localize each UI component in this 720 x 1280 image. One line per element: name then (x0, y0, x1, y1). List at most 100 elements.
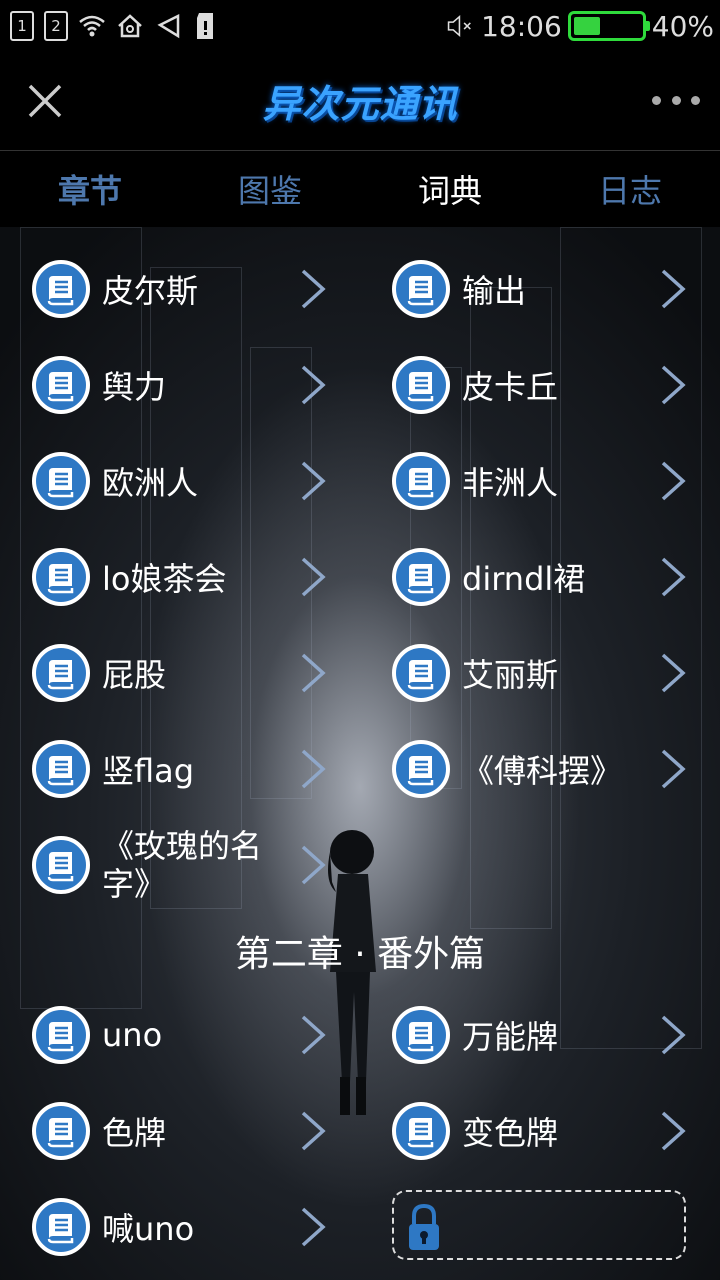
battery-percent: 40% (651, 9, 714, 43)
dictionary-entry[interactable]: 欧洲人 (32, 441, 332, 521)
book-icon (32, 452, 90, 510)
chevron-right-icon (298, 843, 328, 887)
home-icon (116, 12, 144, 40)
entry-label: 皮卡丘 (462, 368, 559, 406)
chevron-right-icon (658, 363, 688, 407)
book-icon (392, 548, 450, 606)
lock-icon (409, 1203, 439, 1250)
dictionary-entry[interactable]: 输出 (392, 249, 692, 329)
dictionary-entry[interactable]: 非洲人 (392, 441, 692, 521)
close-icon (28, 84, 62, 118)
chevron-right-icon (658, 1013, 688, 1057)
book-icon (32, 356, 90, 414)
entry-label: 万能牌 (462, 1018, 559, 1056)
dictionary-entry[interactable]: lo娘茶会 (32, 537, 332, 617)
chevron-right-icon (298, 363, 328, 407)
chevron-right-icon (658, 651, 688, 695)
chevron-right-icon (298, 555, 328, 599)
entry-label: 《傅科摆》 (462, 752, 623, 790)
book-icon (32, 836, 90, 894)
entry-label: 欧洲人 (102, 464, 199, 502)
chevron-right-icon (658, 1109, 688, 1153)
dictionary-entry[interactable]: 皮卡丘 (392, 345, 692, 425)
logo-text: 异次元通讯 (262, 81, 458, 126)
book-icon (32, 740, 90, 798)
dictionary-entry[interactable]: 《玫瑰的名字》 (32, 825, 332, 905)
chevron-right-icon (298, 267, 328, 311)
section-title: 第二章 · 番外篇 (234, 934, 486, 975)
tab-bar: 章节 图鉴 词典 日志 (0, 151, 720, 227)
entry-label: uno (102, 1016, 163, 1054)
tab-dictionary[interactable]: 词典 (360, 151, 540, 227)
book-icon (32, 644, 90, 702)
status-bar: 1 2 18:06 40% (0, 0, 720, 52)
chevron-right-icon (658, 267, 688, 311)
chevron-right-icon (298, 1013, 328, 1057)
entry-label: 舆力 (102, 368, 167, 406)
chevron-right-icon (658, 747, 688, 791)
book-icon (392, 740, 450, 798)
chevron-right-icon (298, 747, 328, 791)
book-icon (392, 1006, 450, 1064)
entry-label: 《玫瑰的名字》 (102, 827, 263, 903)
dictionary-entry[interactable]: 喊uno (32, 1187, 332, 1267)
entry-label: 输出 (462, 272, 527, 310)
dictionary-content: 皮尔斯 输出舆力 皮卡丘欧洲人 非洲人 lo娘茶会 dirndl裙屁股 艾丽斯竖flag 《傅… (0, 227, 720, 1280)
more-button[interactable] (652, 86, 700, 114)
entry-label: 色牌 (102, 1114, 167, 1152)
entry-label: 屁股 (102, 656, 167, 694)
entry-label: 皮尔斯 (102, 272, 199, 310)
book-icon (392, 260, 450, 318)
app-header: 异次元通讯 (0, 52, 720, 151)
clock: 18:06 (481, 9, 562, 43)
sim2-icon: 2 (44, 11, 68, 41)
tab-gallery[interactable]: 图鉴 (180, 151, 360, 227)
more-icon-dot (671, 95, 681, 105)
tab-log[interactable]: 日志 (540, 151, 720, 227)
app-logo: 异次元通讯 (240, 66, 480, 134)
entry-label: lo娘茶会 (102, 560, 227, 598)
chevron-right-icon (298, 1109, 328, 1153)
mute-icon (447, 12, 475, 40)
dictionary-entry[interactable]: 屁股 (32, 633, 332, 713)
entry-label: dirndl裙 (462, 560, 586, 598)
entry-label: 变色牌 (462, 1114, 559, 1152)
entry-label: 非洲人 (462, 464, 559, 502)
dictionary-entry[interactable]: 竖flag (32, 729, 332, 809)
book-icon (32, 548, 90, 606)
entry-label: 艾丽斯 (462, 656, 559, 694)
chevron-right-icon (658, 555, 688, 599)
entry-label: 竖flag (102, 752, 195, 790)
tab-chapters[interactable]: 章节 (0, 151, 180, 227)
book-icon (32, 1006, 90, 1064)
entry-label: 喊uno (102, 1210, 195, 1248)
dictionary-entry[interactable]: dirndl裙 (392, 537, 692, 617)
book-icon (32, 260, 90, 318)
book-icon (32, 1198, 90, 1256)
dictionary-entry[interactable]: 皮尔斯 (32, 249, 332, 329)
chevron-right-icon (298, 651, 328, 695)
dictionary-entry[interactable]: uno (32, 995, 332, 1075)
chevron-right-icon (658, 459, 688, 503)
close-button[interactable] (24, 80, 66, 122)
book-icon (392, 1102, 450, 1160)
battery-level (573, 17, 600, 35)
book-icon (392, 644, 450, 702)
chevron-right-icon (298, 459, 328, 503)
sd-card-icon (192, 12, 220, 40)
dictionary-entry[interactable]: 万能牌 (392, 995, 692, 1075)
book-icon (392, 356, 450, 414)
dictionary-entry[interactable]: 变色牌 (392, 1091, 692, 1171)
nfc-icon (154, 12, 182, 40)
dictionary-entry[interactable]: 艾丽斯 (392, 633, 692, 713)
dictionary-entry[interactable]: 舆力 (32, 345, 332, 425)
dictionary-entry[interactable]: 色牌 (32, 1091, 332, 1171)
sim1-icon: 1 (10, 11, 34, 41)
book-icon (32, 1102, 90, 1160)
more-icon-dot (652, 95, 661, 105)
dictionary-entry[interactable]: 《傅科摆》 (392, 729, 692, 809)
wifi-icon (78, 12, 106, 40)
more-icon-dot (691, 95, 700, 105)
locked-entry[interactable] (392, 1190, 686, 1260)
battery-icon (567, 11, 650, 41)
